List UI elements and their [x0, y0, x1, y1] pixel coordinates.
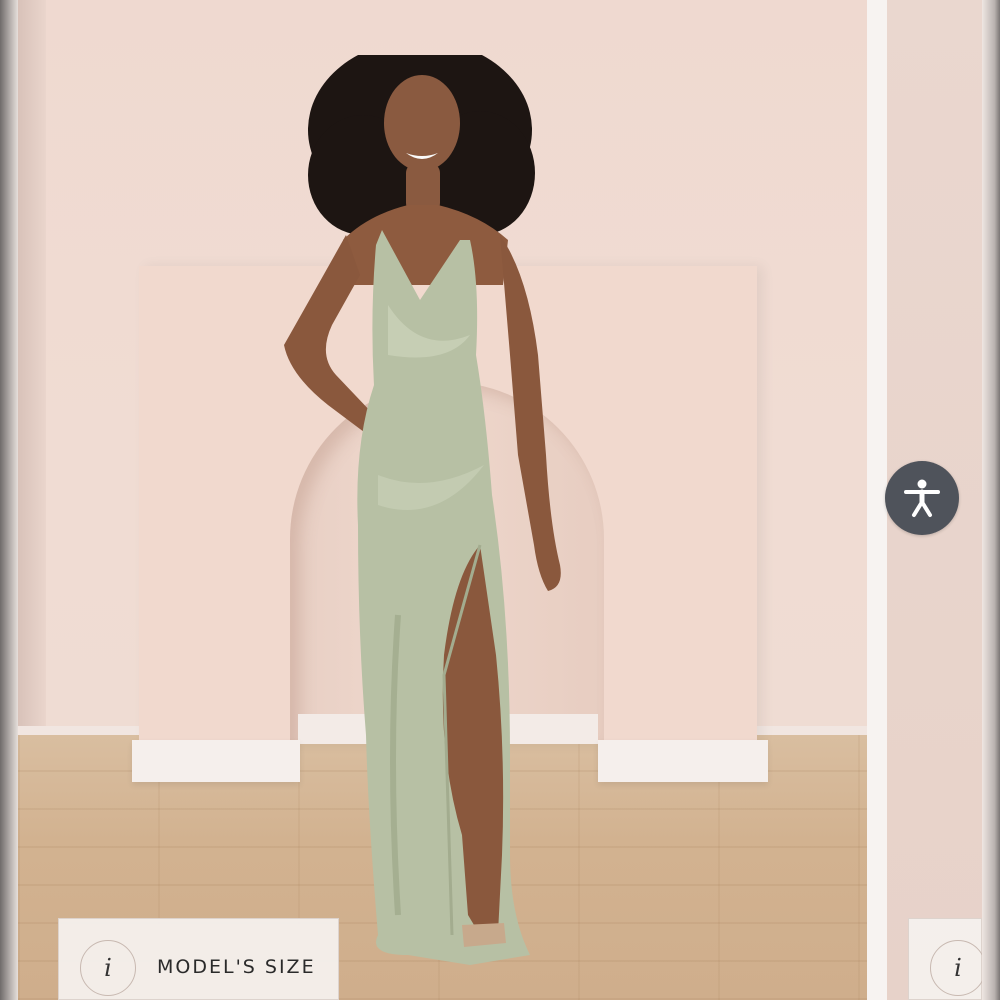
product-image-main[interactable]: i MODEL'S SIZE: [18, 0, 867, 1000]
model-figure-illustration: [284, 55, 561, 965]
wall-shadow: [18, 0, 46, 750]
next-slide-edge[interactable]: [982, 0, 1000, 1000]
model-size-button[interactable]: i MODEL'S SIZE: [58, 918, 339, 1000]
arch-base-right: [598, 740, 768, 782]
model-size-label: MODEL'S SIZE: [157, 956, 316, 978]
accessibility-person-icon: [904, 479, 940, 517]
previous-slide-edge[interactable]: [0, 0, 18, 1000]
next-model-size-button[interactable]: i: [908, 918, 986, 1000]
accessibility-button[interactable]: [885, 461, 959, 535]
info-icon: i: [80, 940, 136, 996]
product-image-gallery: i MODEL'S SIZE i: [0, 0, 1000, 1000]
slide-gap: [867, 0, 887, 1000]
info-icon: i: [930, 940, 986, 996]
model-in-satin-dress: [248, 55, 588, 975]
